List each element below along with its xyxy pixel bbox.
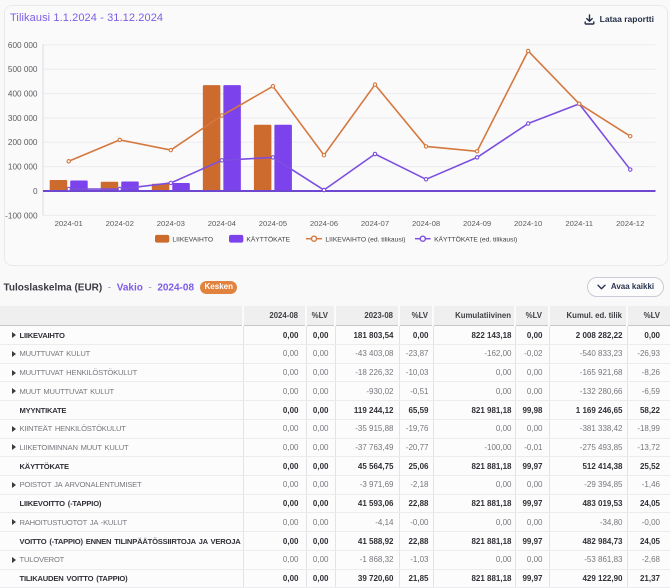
svg-text:2024-09: 2024-09 xyxy=(463,219,491,228)
svg-text:600 000: 600 000 xyxy=(8,41,38,50)
svg-text:KÄYTTÖKATE (ed. tilikausi): KÄYTTÖKATE (ed. tilikausi) xyxy=(434,236,517,244)
svg-text:2024-04: 2024-04 xyxy=(208,219,237,228)
svg-text:100 000: 100 000 xyxy=(8,163,38,172)
svg-text:2024-08: 2024-08 xyxy=(412,219,440,228)
svg-text:300 000: 300 000 xyxy=(8,114,38,123)
svg-text:2024-02: 2024-02 xyxy=(106,219,134,228)
svg-text:2024-10: 2024-10 xyxy=(514,219,542,228)
svg-text:2024-12: 2024-12 xyxy=(616,219,644,228)
svg-text:-100 000: -100 000 xyxy=(5,211,38,220)
svg-text:500 000: 500 000 xyxy=(8,65,38,74)
svg-text:200 000: 200 000 xyxy=(8,138,38,147)
svg-text:2024-07: 2024-07 xyxy=(361,219,389,228)
svg-text:LIIKEVAIHTO: LIIKEVAIHTO xyxy=(172,237,213,244)
svg-text:2024-03: 2024-03 xyxy=(157,219,185,228)
svg-text:2024-11: 2024-11 xyxy=(565,219,593,228)
svg-text:2024-06: 2024-06 xyxy=(310,219,338,228)
svg-text:2024-05: 2024-05 xyxy=(259,219,287,228)
svg-text:2024-01: 2024-01 xyxy=(55,219,83,228)
svg-text:0: 0 xyxy=(33,187,38,196)
svg-text:KÄYTTÖKATE: KÄYTTÖKATE xyxy=(246,236,290,244)
svg-text:400 000: 400 000 xyxy=(8,90,38,99)
svg-text:LIIKEVAIHTO (ed. tilikausi): LIIKEVAIHTO (ed. tilikausi) xyxy=(325,237,405,244)
